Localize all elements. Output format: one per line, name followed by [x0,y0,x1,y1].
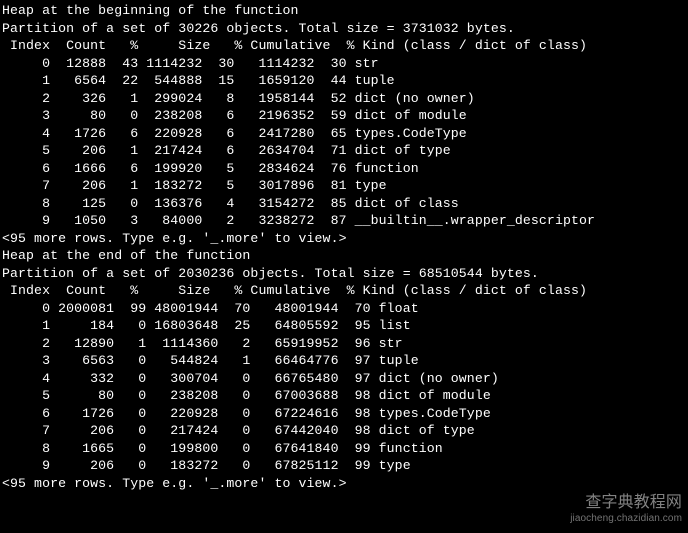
more-rows-1: <95 more rows. Type e.g. '_.more' to vie… [2,230,688,248]
table-row: 7 206 0 217424 0 67442040 98 dict of typ… [2,422,688,440]
column-header-2: Index Count % Size % Cumulative % Kind (… [2,282,688,300]
partition-line-end: Partition of a set of 2030236 objects. T… [2,265,688,283]
table-row: 8 125 0 136376 4 3154272 85 dict of clas… [2,195,688,213]
table-row: 3 6563 0 544824 1 66464776 97 tuple [2,352,688,370]
table-row: 6 1666 6 199920 5 2834624 76 function [2,160,688,178]
table-row: 0 12888 43 1114232 30 1114232 30 str [2,55,688,73]
heap-table-begin: 0 12888 43 1114232 30 1114232 30 str 1 6… [2,55,688,230]
watermark-text: 查字典教程网 [585,494,682,512]
more-rows-2: <95 more rows. Type e.g. '_.more' to vie… [2,475,688,493]
table-row: 9 206 0 183272 0 67825112 99 type [2,457,688,475]
column-header-1: Index Count % Size % Cumulative % Kind (… [2,37,688,55]
table-row: 1 6564 22 544888 15 1659120 44 tuple [2,72,688,90]
table-row: 4 1726 6 220928 6 2417280 65 types.CodeT… [2,125,688,143]
table-row: 6 1726 0 220928 0 67224616 98 types.Code… [2,405,688,423]
table-row: 9 1050 3 84000 2 3238272 87 __builtin__.… [2,212,688,230]
table-row: 8 1665 0 199800 0 67641840 99 function [2,440,688,458]
table-row: 5 80 0 238208 0 67003688 98 dict of modu… [2,387,688,405]
table-row: 3 80 0 238208 6 2196352 59 dict of modul… [2,107,688,125]
table-row: 0 2000081 99 48001944 70 48001944 70 flo… [2,300,688,318]
table-row: 2 12890 1 1114360 2 65919952 96 str [2,335,688,353]
table-row: 1 184 0 16803648 25 64805592 95 list [2,317,688,335]
partition-line-begin: Partition of a set of 30226 objects. Tot… [2,20,688,38]
heap-header-end: Heap at the end of the function [2,247,688,265]
table-row: 4 332 0 300704 0 66765480 97 dict (no ow… [2,370,688,388]
heap-header-begin: Heap at the beginning of the function [2,2,688,20]
heap-table-end: 0 2000081 99 48001944 70 48001944 70 flo… [2,300,688,475]
table-row: 7 206 1 183272 5 3017896 81 type [2,177,688,195]
table-row: 5 206 1 217424 6 2634704 71 dict of type [2,142,688,160]
table-row: 2 326 1 299024 8 1958144 52 dict (no own… [2,90,688,108]
terminal-output: Heap at the beginning of the function Pa… [0,0,688,533]
watermark-url: jiaocheng.chazidian.com [570,510,682,528]
